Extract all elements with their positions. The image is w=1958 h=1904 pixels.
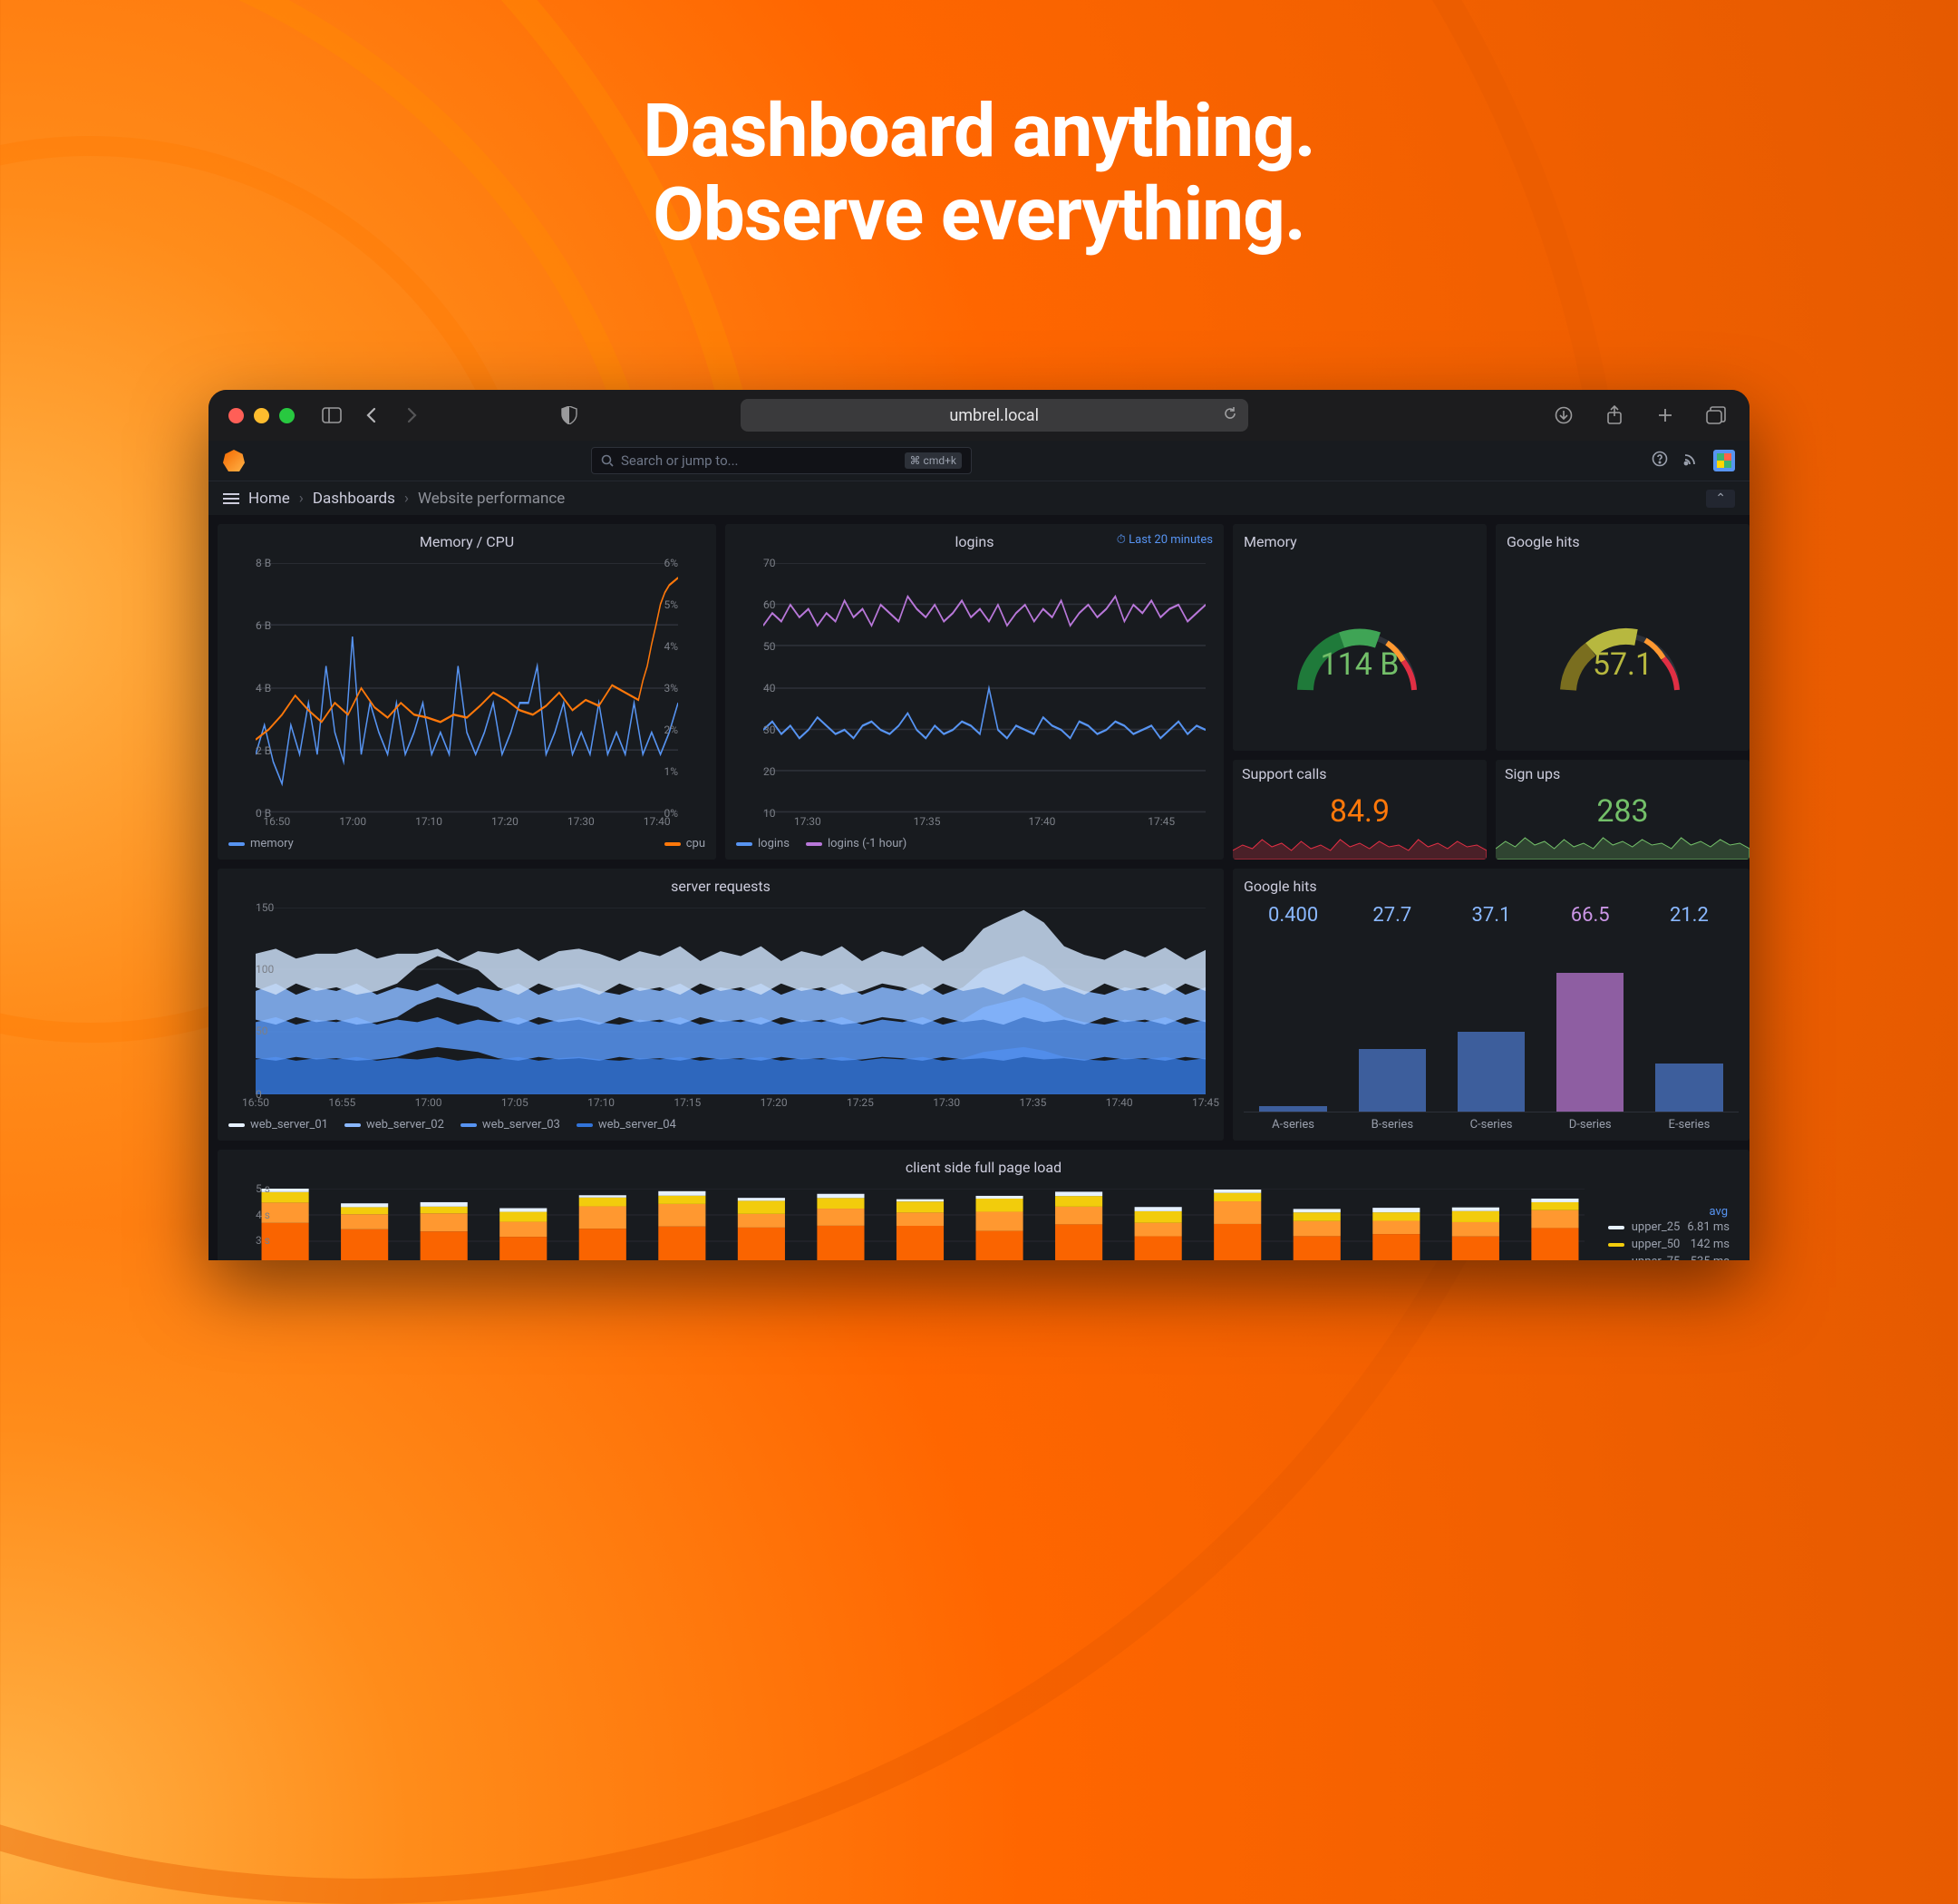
maximize-icon[interactable]: [279, 408, 295, 423]
rss-icon[interactable]: [1682, 451, 1699, 471]
panel-support-calls[interactable]: Support calls 84.9: [1233, 760, 1487, 860]
line-chart: 8 B 6 B 4 B 2 B 0 B 6% 5% 4% 3% 2% 1% 0%…: [256, 563, 678, 813]
gauge-value: 114 B: [1287, 646, 1432, 683]
new-tab-icon[interactable]: [1652, 405, 1679, 425]
browser-titlebar: umbrel.local: [208, 390, 1750, 441]
back-icon[interactable]: [358, 407, 385, 423]
avatar[interactable]: [1713, 450, 1735, 471]
panel-logins[interactable]: logins ⏱ Last 20 minutes 70 60 50 40: [725, 524, 1224, 860]
search-icon: [601, 454, 614, 467]
panel-title: server requests: [228, 878, 1213, 895]
bar-chart: 0.400A-series27.7B-series37.1C-series66.…: [1244, 900, 1739, 1132]
panel-memory-gauge[interactable]: Memory 114 B: [1233, 524, 1487, 751]
panel-title: Memory / CPU: [228, 533, 705, 550]
hero-line1: Dashboard anything.: [0, 91, 1958, 174]
hero-headline: Dashboard anything. Observe everything.: [0, 91, 1958, 257]
panel-title: Google hits: [1507, 533, 1739, 550]
panel-google-gauge[interactable]: Google hits 57.1: [1496, 524, 1750, 751]
bar-col: 37.1C-series: [1441, 900, 1540, 1132]
panel-client-load[interactable]: client side full page load 5 s 4 s 3 s 2…: [218, 1150, 1750, 1260]
gauge-value: 57.1: [1550, 646, 1695, 683]
close-icon[interactable]: [228, 408, 244, 423]
search-input[interactable]: Search or jump to... ⌘ cmd+k: [591, 447, 972, 474]
legend: logins logins (-1 hour): [736, 831, 1213, 850]
panel-title: Memory: [1244, 533, 1476, 550]
url-text: umbrel.local: [949, 406, 1039, 425]
panel-google-bars[interactable]: Google hits 0.400A-series27.7B-series37.…: [1233, 869, 1750, 1141]
panel-signups[interactable]: Sign ups 283: [1496, 760, 1750, 860]
bar-col: 0.400A-series: [1244, 900, 1342, 1132]
download-icon[interactable]: [1550, 405, 1577, 425]
breadcrumb-dashboards[interactable]: Dashboards: [313, 490, 395, 508]
panel-memory-cpu[interactable]: Memory / CPU 8 B 6 B 4 B 2 B 0 B 6%: [218, 524, 716, 860]
window-controls: [228, 408, 295, 423]
shortcut-badge: ⌘ cmd+k: [905, 452, 962, 469]
time-range-link[interactable]: ⏱ Last 20 minutes: [1117, 533, 1213, 547]
bar-col: 21.2E-series: [1640, 900, 1739, 1132]
dashboard-grid: Memory / CPU 8 B 6 B 4 B 2 B 0 B 6%: [208, 515, 1750, 1260]
legend: avg upper_256.81 msupper_50142 msupper_7…: [1608, 1205, 1730, 1260]
reload-icon[interactable]: [1223, 406, 1237, 425]
panel-title: client side full page load: [228, 1159, 1739, 1176]
minimize-icon[interactable]: [254, 408, 269, 423]
panel-title: logins ⏱ Last 20 minutes: [736, 533, 1213, 550]
legend: web_server_01 web_server_02 web_server_0…: [228, 1112, 1213, 1132]
breadcrumb: Home › Dashboards › Website performance …: [208, 481, 1750, 515]
breadcrumb-page: Website performance: [418, 490, 565, 508]
stacked-bar-chart: 5 s 4 s 3 s 2 s: [256, 1189, 1585, 1260]
sidebar-toggle-icon[interactable]: [318, 407, 345, 423]
menu-icon[interactable]: [223, 493, 239, 504]
bar-col: 66.5D-series: [1541, 900, 1640, 1132]
area-chart: 150 100 50 0 16:5016:5517:0017:0517:1017…: [256, 908, 1206, 1094]
forward-icon[interactable]: [398, 407, 425, 423]
legend: memory cpu: [228, 831, 705, 850]
browser-window: umbrel.local Search or jump to...: [208, 390, 1750, 1260]
grafana-topbar: Search or jump to... ⌘ cmd+k: [208, 441, 1750, 481]
hero-line2: Observe everything.: [0, 174, 1958, 257]
panel-title: Support calls: [1242, 765, 1478, 782]
panel-server-requests[interactable]: server requests 150 100 50 0 16:5016:551…: [218, 869, 1224, 1141]
tabs-icon[interactable]: [1702, 405, 1730, 425]
share-icon[interactable]: [1601, 405, 1628, 425]
bar-col: 27.7B-series: [1342, 900, 1441, 1132]
panel-title: Google hits: [1244, 878, 1739, 895]
shield-icon[interactable]: [556, 406, 583, 424]
panel-title: Sign ups: [1505, 765, 1740, 782]
search-placeholder: Search or jump to...: [621, 452, 739, 469]
chevron-up-icon[interactable]: ⌃: [1706, 490, 1735, 508]
url-bar[interactable]: umbrel.local: [741, 399, 1248, 432]
grafana-logo-icon[interactable]: [223, 450, 245, 471]
help-icon[interactable]: [1652, 451, 1668, 471]
breadcrumb-home[interactable]: Home: [248, 490, 290, 508]
line-chart: 70 60 50 40 30 20 10 17:30 17:35 17:40 1…: [763, 563, 1206, 813]
